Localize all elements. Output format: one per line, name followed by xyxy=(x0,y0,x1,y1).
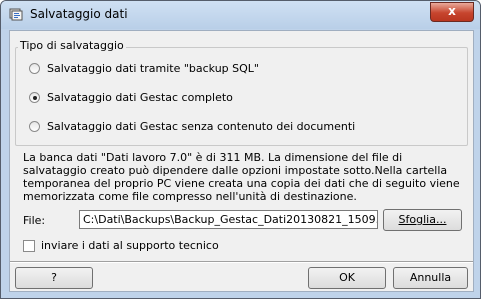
dialog-body: Salvataggio dati tramite "backup SQL" Sa… xyxy=(9,30,474,292)
radio-button[interactable] xyxy=(29,63,40,74)
group-title: Tipo di salvataggio xyxy=(18,39,126,52)
file-label: File: xyxy=(23,214,46,227)
radio-button[interactable] xyxy=(29,121,40,132)
ok-button-label: OK xyxy=(339,271,355,284)
description-text: La banca dati "Dati lavoro 7.0" è di 311… xyxy=(23,151,460,203)
cancel-button[interactable]: Annulla xyxy=(393,267,468,289)
file-path-input[interactable]: C:\Dati\Backups\Backup_Gestac_Dati201308… xyxy=(79,210,378,229)
browse-button[interactable]: Sfoglia... xyxy=(383,209,462,231)
support-checkbox[interactable] xyxy=(23,240,35,252)
help-icon: ? xyxy=(51,271,57,284)
close-button[interactable]: x xyxy=(430,2,474,22)
radio-label: Salvataggio dati Gestac senza contenuto … xyxy=(47,120,356,133)
title-bar[interactable]: Salvataggio dati x xyxy=(1,1,480,29)
dialog-window: Salvataggio dati x Salvataggio dati tram… xyxy=(0,0,481,299)
radio-label: Salvataggio dati tramite "backup SQL" xyxy=(47,62,259,75)
help-button[interactable]: ? xyxy=(15,267,93,289)
ok-button[interactable]: OK xyxy=(308,267,386,289)
support-checkbox-label: inviare i dati al supporto tecnico xyxy=(41,239,219,252)
window-title: Salvataggio dati xyxy=(30,7,128,21)
backup-type-group: Salvataggio dati tramite "backup SQL" Sa… xyxy=(15,47,468,146)
radio-button-selected[interactable] xyxy=(29,92,40,103)
separator xyxy=(10,261,473,263)
backup-app-icon xyxy=(9,7,23,21)
cancel-button-label: Annulla xyxy=(409,271,452,284)
close-icon: x xyxy=(448,4,456,18)
radio-label: Salvataggio dati Gestac completo xyxy=(47,91,233,104)
browse-button-label: Sfoglia... xyxy=(398,213,447,226)
